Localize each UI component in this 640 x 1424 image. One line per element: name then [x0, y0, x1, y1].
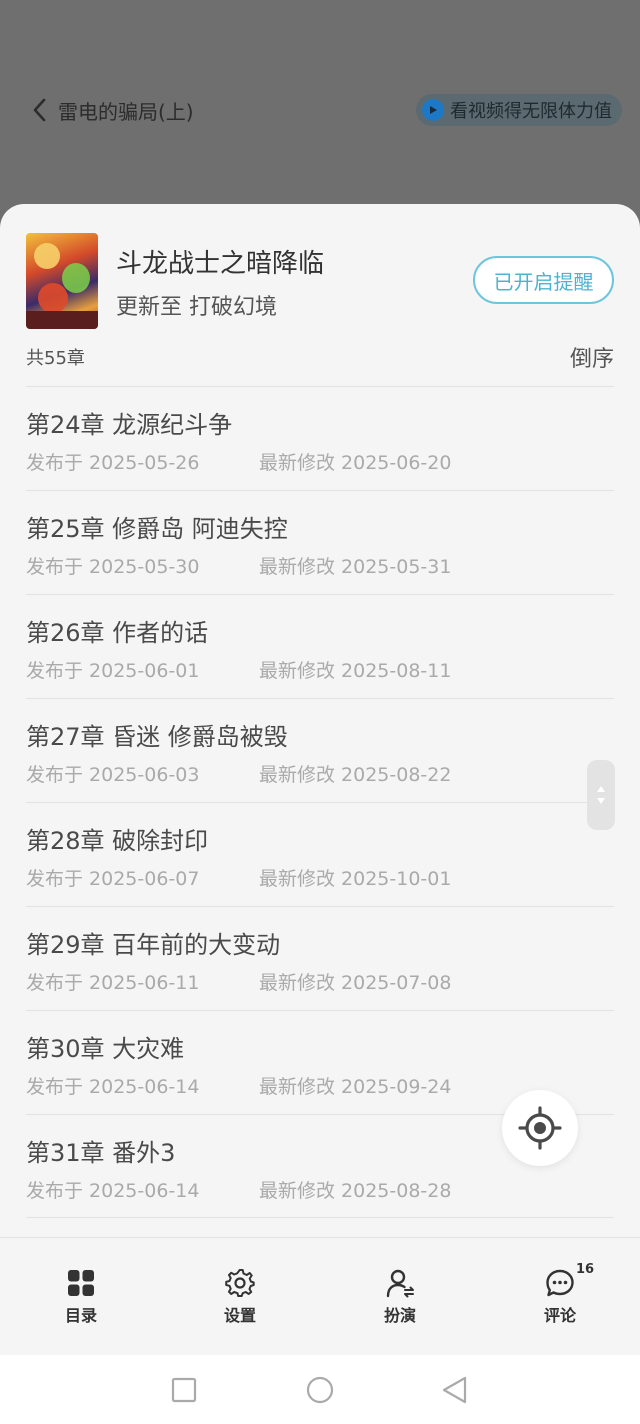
chapter-published: 发布于 2025-06-03 [26, 764, 200, 786]
bottom-tab-bar: 目录 设置 扮演 评论 16 [0, 1237, 640, 1355]
fast-scroll-handle[interactable] [587, 760, 615, 830]
chapter-title: 第28章 破除封印 [26, 827, 209, 855]
chapter-published: 发布于 2025-06-11 [26, 972, 200, 994]
book-update-status: 更新至 打破幻境 [116, 295, 277, 320]
chapter-row[interactable]: 第24章 龙源纪斗争 发布于 2025-05-26 最新修改 2025-06-2… [26, 386, 614, 490]
chat-bubble-icon [546, 1269, 574, 1297]
comments-count-badge: 16 [576, 1262, 595, 1277]
chapter-title: 第31章 番外3 [26, 1139, 176, 1167]
chapter-modified: 最新修改 2025-05-31 [259, 556, 452, 578]
video-promo-button[interactable]: 看视频得无限体力值 [416, 94, 622, 126]
chapter-modified: 最新修改 2025-08-11 [259, 660, 452, 682]
book-cover[interactable] [26, 233, 98, 329]
chapter-modified: 最新修改 2025-09-24 [259, 1076, 452, 1098]
chapter-row[interactable]: 第26章 作者的话 发布于 2025-06-01 最新修改 2025-08-11 [26, 594, 614, 698]
chevron-left-icon [33, 98, 46, 122]
back-button[interactable]: 雷电的骗局(上) [30, 92, 194, 128]
chapter-modified: 最新修改 2025-08-28 [259, 1180, 452, 1202]
crosshair-icon [518, 1106, 562, 1150]
chapter-row[interactable]: 第28章 破除封印 发布于 2025-06-07 最新修改 2025-10-01 [26, 802, 614, 906]
chapter-title: 雷电的骗局(上) [58, 99, 194, 124]
chapter-published: 发布于 2025-06-14 [26, 1076, 200, 1098]
chapter-published: 发布于 2025-05-26 [26, 452, 200, 474]
home-icon[interactable] [305, 1375, 335, 1405]
chapter-title: 第30章 大灾难 [26, 1035, 185, 1063]
person-icon [386, 1269, 414, 1298]
chapter-count: 共55章 [26, 348, 85, 369]
tab-settings-label: 设置 [223, 1306, 256, 1325]
chapter-modified: 最新修改 2025-06-20 [259, 452, 452, 474]
chapter-title: 第24章 龙源纪斗争 [26, 411, 233, 439]
chapter-row[interactable]: 第25章 修爵岛 阿迪失控 发布于 2025-05-30 最新修改 2025-0… [26, 490, 614, 594]
tab-roleplay[interactable]: 扮演 [360, 1268, 440, 1328]
arrow-down-icon [597, 798, 605, 804]
reminder-button[interactable]: 已开启提醒 [473, 256, 614, 304]
tab-comments-label: 评论 [543, 1306, 576, 1325]
tab-comments[interactable]: 评论 16 [520, 1262, 600, 1328]
chapter-row[interactable]: 第29章 百年前的大变动 发布于 2025-06-11 最新修改 2025-07… [26, 906, 614, 1010]
grid-icon [68, 1270, 94, 1296]
book-title: 斗龙战士之暗降临 [116, 249, 325, 279]
arrow-up-icon [597, 786, 605, 792]
chapter-published: 发布于 2025-06-07 [26, 868, 200, 890]
chapter-title: 第25章 修爵岛 阿迪失控 [26, 515, 288, 543]
chapter-title: 第29章 百年前的大变动 [26, 931, 281, 959]
chapter-modified: 最新修改 2025-07-08 [259, 972, 452, 994]
tab-catalog[interactable]: 目录 [41, 1268, 121, 1328]
tab-roleplay-label: 扮演 [383, 1306, 416, 1325]
chapter-published: 发布于 2025-06-01 [26, 660, 200, 682]
chapter-modified: 最新修改 2025-10-01 [259, 868, 452, 890]
chapter-title: 第27章 昏迷 修爵岛被毁 [26, 723, 288, 751]
tab-catalog-label: 目录 [64, 1306, 97, 1325]
system-nav-bar [0, 1355, 640, 1424]
catalog-sheet: 斗龙战士之暗降临 更新至 打破幻境 已开启提醒 共55章 倒序 第24章 龙源纪… [0, 204, 640, 1356]
play-icon [422, 99, 444, 121]
chapter-title: 第26章 作者的话 [26, 619, 209, 647]
book-header: 斗龙战士之暗降临 更新至 打破幻境 已开启提醒 [26, 233, 614, 329]
back-nav-icon[interactable] [440, 1375, 470, 1405]
recent-apps-icon[interactable] [169, 1375, 199, 1405]
locate-current-chapter-button[interactable] [502, 1090, 578, 1166]
chapter-modified: 最新修改 2025-08-22 [259, 764, 452, 786]
video-promo-label: 看视频得无限体力值 [450, 101, 612, 122]
chapter-published: 发布于 2025-05-30 [26, 556, 200, 578]
gear-icon [225, 1269, 255, 1297]
reverse-order-button[interactable]: 倒序 [570, 341, 614, 373]
tab-settings[interactable]: 设置 [200, 1268, 280, 1328]
reader-header: 雷电的骗局(上) 看视频得无限体力值 [0, 0, 640, 210]
chapter-published: 发布于 2025-06-14 [26, 1180, 200, 1202]
chapter-row[interactable]: 第27章 昏迷 修爵岛被毁 发布于 2025-06-03 最新修改 2025-0… [26, 698, 614, 802]
